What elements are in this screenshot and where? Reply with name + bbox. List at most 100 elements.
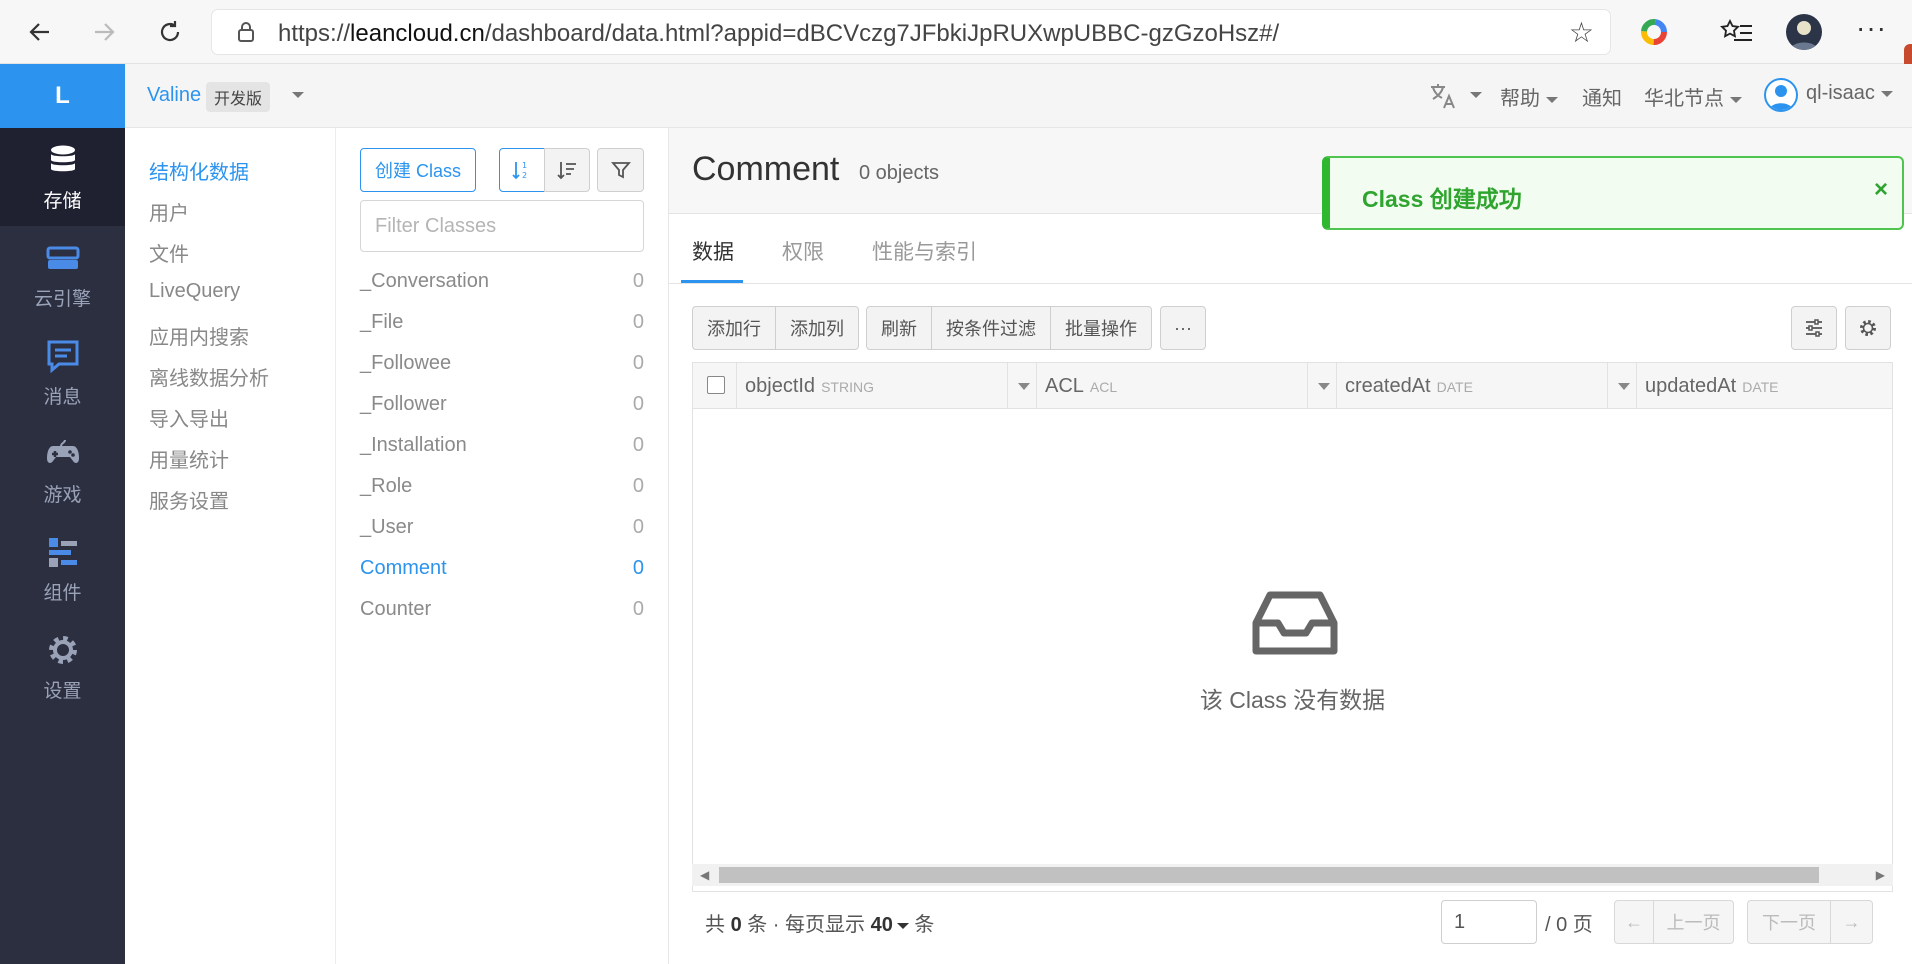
class-data-view: Comment 0 objects 数据 权限 性能与索引 添加行 添加列 刷新…: [669, 128, 1912, 964]
empty-inbox-icon: [1252, 591, 1338, 655]
class-item[interactable]: _Follower 0: [360, 385, 644, 425]
next-arrow-icon[interactable]: →: [1831, 900, 1873, 944]
class-item[interactable]: Counter 0: [360, 590, 644, 630]
user-avatar-icon[interactable]: [1764, 78, 1798, 112]
submenu-item-import-export[interactable]: 导入导出: [149, 403, 229, 432]
back-arrow-icon[interactable]: [20, 12, 60, 52]
select-all-checkbox[interactable]: [693, 363, 737, 409]
submenu-item-search[interactable]: 应用内搜索: [149, 321, 249, 350]
data-actions-group: 刷新 按条件过滤 批量操作: [866, 306, 1152, 350]
close-icon[interactable]: ×: [1874, 176, 1888, 204]
tab-indexes[interactable]: 性能与索引: [872, 236, 977, 266]
column-header-acl[interactable]: ACL ACL: [1037, 363, 1337, 409]
success-toast: Class 创建成功 ×: [1322, 156, 1904, 230]
more-actions-button[interactable]: ···: [1160, 306, 1206, 350]
database-icon: [50, 145, 75, 171]
page-size-select[interactable]: 40: [871, 914, 893, 936]
column-menu-caret-icon[interactable]: [1618, 383, 1630, 390]
sidebar-item-games[interactable]: 游戏: [0, 422, 125, 520]
profile-avatar-icon[interactable]: [1786, 14, 1822, 50]
favorite-star-icon[interactable]: ☆: [1569, 16, 1594, 49]
app-logo[interactable]: L: [0, 64, 125, 128]
object-count: 0 objects: [859, 162, 940, 184]
sort-alpha-icon[interactable]: 12: [499, 148, 545, 192]
sidebar-item-messages[interactable]: 消息: [0, 324, 125, 422]
filter-funnel-icon[interactable]: [597, 148, 644, 192]
page-total: / 0 页: [1545, 914, 1593, 936]
submenu-item-users[interactable]: 用户: [149, 197, 189, 226]
sidebar-item-storage[interactable]: 存储: [0, 128, 125, 226]
column-header-updatedat[interactable]: updatedAt DATE: [1637, 363, 1892, 409]
forward-arrow-icon[interactable]: [84, 12, 124, 52]
add-row-button[interactable]: 添加行: [692, 306, 776, 350]
more-group: ···: [1160, 306, 1206, 350]
sidebar-item-settings[interactable]: 设置: [0, 618, 125, 716]
components-icon: [48, 537, 77, 567]
favorites-list-icon[interactable]: [1720, 14, 1756, 50]
class-item[interactable]: _Role 0: [360, 467, 644, 507]
server-icon: [46, 246, 79, 269]
filter-classes-input[interactable]: [360, 200, 644, 252]
class-item[interactable]: _Conversation 0: [360, 262, 644, 302]
sidebar-item-cloud-engine[interactable]: 云引擎: [0, 226, 125, 324]
class-item[interactable]: _User 0: [360, 508, 644, 548]
browser-menu-icon[interactable]: ···: [1856, 12, 1887, 44]
empty-state-text: 该 Class 没有数据: [1199, 687, 1386, 713]
page-size-caret-icon[interactable]: [896, 922, 909, 929]
submenu-item-livequery[interactable]: LiveQuery: [149, 280, 240, 303]
app-switch-caret-icon[interactable]: [292, 92, 304, 98]
create-class-button[interactable]: 创建 Class: [360, 148, 476, 192]
tab-data[interactable]: 数据: [692, 236, 734, 266]
prev-page-button[interactable]: 上一页: [1654, 900, 1734, 944]
data-grid: objectId STRING ACL ACL createdAt DATE upda…: [692, 362, 1893, 892]
app-header: L Valine 开发版 帮助 通知 华北节点 ql-isaac: [0, 64, 1912, 128]
app-name[interactable]: Valine: [147, 84, 201, 107]
primary-sidebar: 存储 云引擎 消息 游戏 组件 设置: [0, 128, 125, 964]
scrollbar-thumb[interactable]: [719, 867, 1819, 883]
submenu-item-structured-data[interactable]: 结构化数据: [149, 156, 249, 185]
pagination-summary: 共 0 条 · 每页显示 40 条: [705, 914, 935, 936]
reload-icon[interactable]: [150, 12, 190, 52]
lock-icon: [238, 22, 254, 42]
column-settings-icon[interactable]: [1791, 306, 1837, 350]
filter-button[interactable]: 按条件过滤: [932, 306, 1051, 350]
class-item[interactable]: _File 0: [360, 303, 644, 343]
sidebar-item-components[interactable]: 组件: [0, 520, 125, 618]
column-menu-caret-icon[interactable]: [1018, 383, 1030, 390]
page-number-input[interactable]: [1441, 900, 1537, 944]
message-icon: [47, 340, 78, 373]
prev-arrow-icon[interactable]: ←: [1614, 900, 1654, 944]
column-header-createdat[interactable]: createdAt DATE: [1337, 363, 1637, 409]
address-bar[interactable]: https://leancloud.cn/dashboard/data.html…: [212, 10, 1610, 54]
batch-actions-button[interactable]: 批量操作: [1051, 306, 1152, 350]
column-menu-caret-icon[interactable]: [1318, 383, 1330, 390]
submenu-item-files[interactable]: 文件: [149, 238, 189, 267]
browser-toolbar: https://leancloud.cn/dashboard/data.html…: [0, 0, 1912, 64]
help-menu[interactable]: 帮助: [1500, 82, 1558, 111]
extension-ring-icon[interactable]: [1636, 14, 1672, 50]
region-menu[interactable]: 华北节点: [1644, 82, 1742, 111]
refresh-button[interactable]: 刷新: [866, 306, 932, 350]
scroll-left-arrow-icon[interactable]: ◀: [700, 868, 709, 882]
submenu-item-offline-analysis[interactable]: 离线数据分析: [149, 362, 269, 391]
table-gear-icon[interactable]: [1845, 306, 1891, 350]
translate-icon[interactable]: [1428, 82, 1482, 116]
horizontal-scrollbar[interactable]: ◀ ▶: [692, 864, 1893, 886]
submenu-item-service-settings[interactable]: 服务设置: [149, 485, 229, 514]
class-item[interactable]: _Installation 0: [360, 426, 644, 466]
active-tab-indicator: [681, 280, 743, 283]
add-column-button[interactable]: 添加列: [776, 306, 859, 350]
svg-text:1: 1: [522, 161, 527, 170]
sort-desc-icon[interactable]: [544, 148, 590, 192]
submenu-item-usage[interactable]: 用量统计: [149, 444, 229, 473]
class-item[interactable]: _Followee 0: [360, 344, 644, 384]
scroll-right-arrow-icon[interactable]: ▶: [1876, 868, 1885, 882]
gear-icon: [48, 635, 77, 664]
class-item-selected[interactable]: Comment 0: [360, 549, 644, 589]
user-menu[interactable]: ql-isaac: [1806, 82, 1893, 105]
notifications-link[interactable]: 通知: [1582, 82, 1622, 111]
class-list-panel: 创建 Class 12 _Conversation0 _File0 _Follo…: [336, 128, 669, 964]
next-page-button[interactable]: 下一页: [1747, 900, 1831, 944]
column-header-objectid[interactable]: objectId STRING: [737, 363, 1037, 409]
tab-permissions[interactable]: 权限: [782, 236, 824, 266]
